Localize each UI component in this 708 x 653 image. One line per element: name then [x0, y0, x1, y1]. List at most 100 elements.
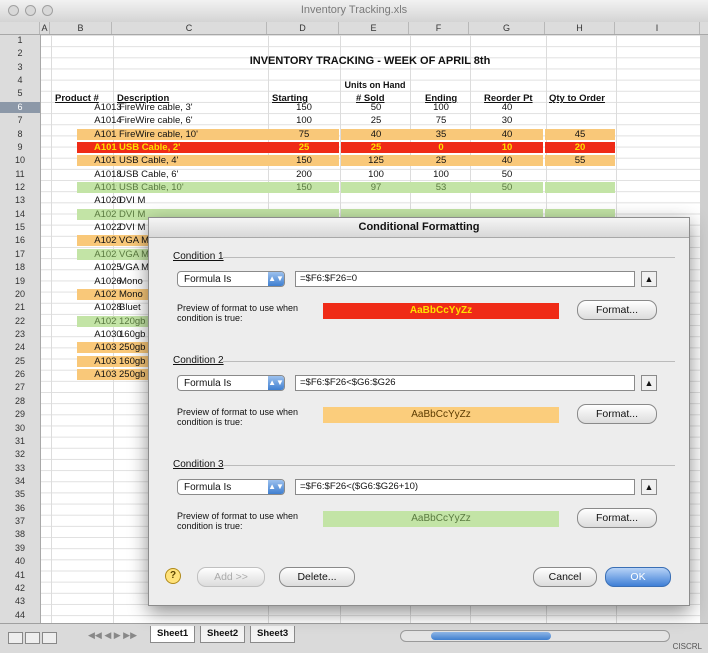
- page-break-view-icon[interactable]: [42, 632, 57, 644]
- column-header[interactable]: D: [267, 22, 339, 34]
- cell-sold[interactable]: 25: [341, 141, 411, 153]
- help-icon[interactable]: ?: [165, 568, 181, 584]
- cell-end[interactable]: 35: [411, 128, 471, 140]
- cell-qty[interactable]: [545, 102, 615, 113]
- cell-qty[interactable]: [545, 115, 615, 126]
- row-header[interactable]: 22: [0, 316, 40, 327]
- collapse-dialog-icon[interactable]: ▲: [641, 479, 657, 495]
- row-header[interactable]: 30: [0, 423, 40, 434]
- table-row[interactable]: A1014 FireWire cable, 6' 100 25 75 30: [41, 115, 641, 126]
- row-header[interactable]: 34: [0, 476, 40, 487]
- row-header[interactable]: 19: [0, 276, 40, 287]
- row-header[interactable]: 31: [0, 436, 40, 447]
- table-row[interactable]: A1018 USB Cable, 6' 200 100 100 50: [41, 169, 641, 180]
- cell-start[interactable]: 150: [269, 155, 339, 167]
- cell-start[interactable]: [269, 195, 339, 206]
- cell-sold[interactable]: 50: [341, 102, 411, 113]
- row-header[interactable]: 33: [0, 463, 40, 474]
- cell-reorder[interactable]: 30: [471, 115, 543, 126]
- row-header[interactable]: 27: [0, 382, 40, 393]
- select-all-corner[interactable]: [0, 22, 40, 34]
- normal-view-icon[interactable]: [8, 632, 23, 644]
- formula-input[interactable]: =$F6:$F26<$G6:$G26: [295, 375, 635, 391]
- horizontal-scrollbar[interactable]: [400, 630, 670, 642]
- row-header[interactable]: 18: [0, 262, 40, 273]
- table-row[interactable]: A1015 FireWire cable, 10' 75 40 35 40 45: [41, 128, 641, 140]
- cell-start[interactable]: 75: [269, 128, 339, 140]
- table-row[interactable]: A1020 DVI M: [41, 195, 641, 206]
- cell-reorder[interactable]: 40: [471, 102, 543, 113]
- row-header[interactable]: 25: [0, 356, 40, 367]
- format-button[interactable]: Format...: [577, 300, 657, 320]
- row-header[interactable]: 14: [0, 209, 40, 220]
- row-header[interactable]: 12: [0, 182, 40, 193]
- row-header[interactable]: 10: [0, 155, 40, 166]
- cell-end[interactable]: 100: [411, 102, 471, 113]
- cell-reorder[interactable]: [471, 195, 543, 206]
- column-header[interactable]: A: [40, 22, 50, 34]
- cell-end[interactable]: [411, 195, 471, 206]
- column-header[interactable]: C: [112, 22, 267, 34]
- row-header[interactable]: 11: [0, 169, 40, 180]
- cell-sold[interactable]: 125: [341, 155, 411, 167]
- cell-desc[interactable]: USB Cable, 2': [117, 141, 269, 153]
- row-header[interactable]: 21: [0, 302, 40, 313]
- row-header[interactable]: 43: [0, 596, 40, 607]
- row-header[interactable]: 4: [0, 75, 40, 86]
- row-header[interactable]: 8: [0, 129, 40, 140]
- column-header[interactable]: F: [409, 22, 469, 34]
- horizontal-scroll-thumb[interactable]: [431, 632, 551, 640]
- page-layout-view-icon[interactable]: [25, 632, 40, 644]
- row-header[interactable]: 17: [0, 249, 40, 260]
- cell-desc[interactable]: DVI M: [117, 195, 269, 206]
- row-header[interactable]: 37: [0, 516, 40, 527]
- cell-desc[interactable]: FireWire cable, 6': [117, 115, 269, 126]
- row-header[interactable]: 32: [0, 449, 40, 460]
- row-header[interactable]: 23: [0, 329, 40, 340]
- row-header[interactable]: 36: [0, 503, 40, 514]
- cell-reorder[interactable]: 40: [471, 128, 543, 140]
- row-header[interactable]: 24: [0, 342, 40, 353]
- cell-desc[interactable]: FireWire cable, 3': [117, 102, 269, 113]
- collapse-dialog-icon[interactable]: ▲: [641, 271, 657, 287]
- table-row[interactable]: A1019 USB Cable, 10' 150 97 53 50: [41, 182, 641, 193]
- tab-sheet3[interactable]: Sheet3: [250, 626, 296, 643]
- cell-reorder[interactable]: 50: [471, 169, 543, 180]
- column-header[interactable]: G: [469, 22, 545, 34]
- row-header[interactable]: 26: [0, 369, 40, 380]
- cell-sold[interactable]: [341, 195, 411, 206]
- cell-end[interactable]: 100: [411, 169, 471, 180]
- column-header[interactable]: I: [615, 22, 700, 34]
- cell-sold[interactable]: 97: [341, 182, 411, 193]
- cell-qty[interactable]: [545, 195, 615, 206]
- row-header[interactable]: 5: [0, 88, 40, 99]
- row-header[interactable]: 44: [0, 610, 40, 621]
- cell-qty[interactable]: [545, 169, 615, 180]
- cell-start[interactable]: 25: [269, 141, 339, 153]
- column-header[interactable]: B: [50, 22, 112, 34]
- tab-sheet2[interactable]: Sheet2: [200, 626, 246, 643]
- cell-reorder[interactable]: 50: [471, 182, 543, 193]
- row-header[interactable]: 13: [0, 195, 40, 206]
- table-row[interactable]: A1017 USB Cable, 4' 150 125 25 40 55: [41, 155, 641, 167]
- row-header[interactable]: 16: [0, 235, 40, 246]
- cell-desc[interactable]: FireWire cable, 10': [117, 128, 269, 140]
- cell-start[interactable]: 150: [269, 182, 339, 193]
- column-header[interactable]: E: [339, 22, 409, 34]
- cell-end[interactable]: 0: [411, 141, 471, 153]
- row-header[interactable]: 39: [0, 543, 40, 554]
- vertical-scrollbar[interactable]: [700, 35, 708, 623]
- cell-end[interactable]: 53: [411, 182, 471, 193]
- cell-start[interactable]: 200: [269, 169, 339, 180]
- cancel-button[interactable]: Cancel: [533, 567, 597, 587]
- condition-type-select[interactable]: Formula Is ▲▼: [177, 479, 285, 495]
- row-header[interactable]: 35: [0, 489, 40, 500]
- row-header[interactable]: 42: [0, 583, 40, 594]
- tab-sheet1[interactable]: Sheet1: [150, 626, 196, 643]
- row-header[interactable]: 29: [0, 409, 40, 420]
- condition-type-select[interactable]: Formula Is ▲▼: [177, 375, 285, 391]
- cell-start[interactable]: 150: [269, 102, 339, 113]
- collapse-dialog-icon[interactable]: ▲: [641, 375, 657, 391]
- row-header[interactable]: 15: [0, 222, 40, 233]
- cell-start[interactable]: 100: [269, 115, 339, 126]
